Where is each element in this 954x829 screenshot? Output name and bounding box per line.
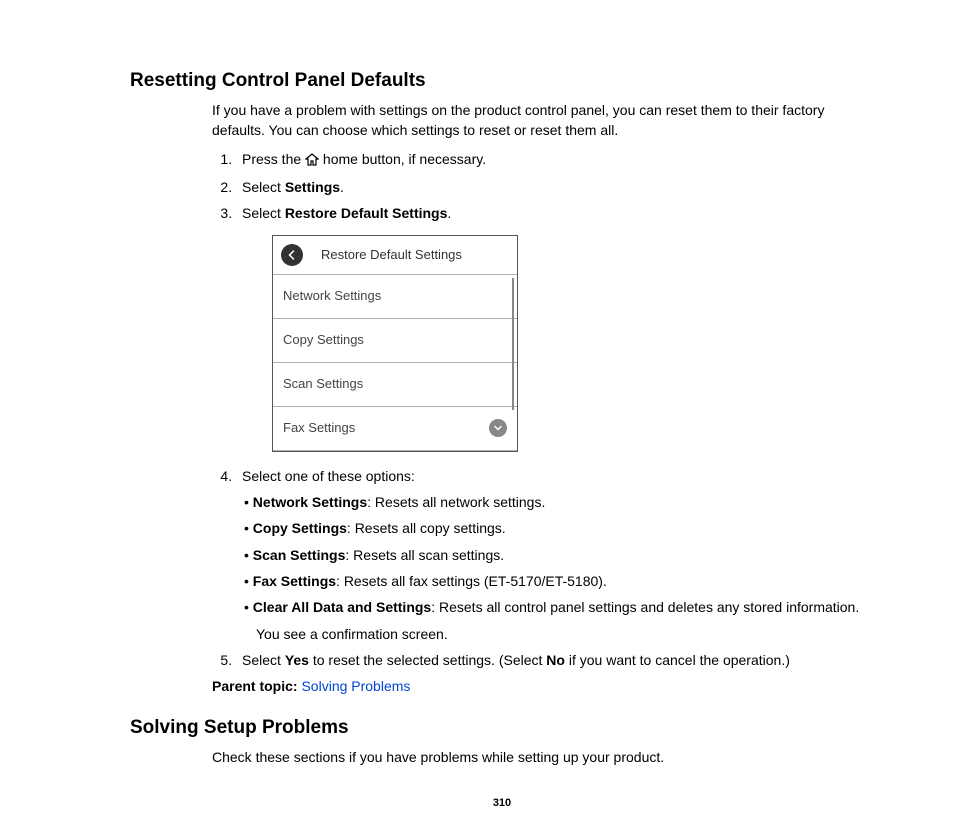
option-copy-bold: Copy Settings — [253, 520, 347, 536]
option-fax-rest: : Resets all fax settings (ET-5170/ET-51… — [336, 573, 607, 589]
step-4-text: Select one of these options: — [242, 468, 415, 484]
parent-topic-link[interactable]: Solving Problems — [301, 678, 410, 694]
step-5-pre: Select — [242, 652, 285, 668]
steps-list: Press the home button, if necessary. Sel… — [212, 149, 874, 671]
screenshot-row-fax-label: Fax Settings — [283, 419, 355, 438]
step-5-mid: to reset the selected settings. (Select — [309, 652, 546, 668]
intro-paragraph: If you have a problem with settings on t… — [212, 100, 874, 141]
screenshot-row-scan-label: Scan Settings — [283, 375, 363, 394]
option-clear-all-rest: : Resets all control panel settings and … — [431, 599, 859, 615]
home-icon — [305, 151, 319, 171]
page-number: 310 — [130, 797, 874, 809]
option-network-rest: : Resets all network settings. — [367, 494, 545, 510]
section-body: If you have a problem with settings on t… — [212, 100, 874, 697]
step-5-no: No — [546, 652, 565, 668]
option-network: Network Settings: Resets all network set… — [242, 492, 874, 512]
section-body-2: Check these sections if you have problem… — [212, 747, 874, 767]
step-3-bold: Restore Default Settings — [285, 205, 448, 221]
step-2-bold: Settings — [285, 179, 340, 195]
screenshot-row-fax[interactable]: Fax Settings — [273, 407, 517, 451]
intro2-paragraph: Check these sections if you have problem… — [212, 747, 874, 767]
step-4-followup: You see a confirmation screen. — [256, 624, 874, 644]
option-network-bold: Network Settings — [253, 494, 367, 510]
option-fax: Fax Settings: Resets all fax settings (E… — [242, 571, 874, 591]
manual-page: Resetting Control Panel Defaults If you … — [0, 0, 954, 829]
step-4: Select one of these options: Network Set… — [236, 466, 874, 644]
section-heading-resetting: Resetting Control Panel Defaults — [130, 70, 874, 92]
options-list: Network Settings: Resets all network set… — [242, 492, 874, 617]
parent-topic-label: Parent topic: — [212, 678, 301, 694]
step-1: Press the home button, if necessary. — [236, 149, 874, 171]
step-2-pre: Select — [242, 179, 285, 195]
option-fax-bold: Fax Settings — [253, 573, 336, 589]
device-screenshot: Restore Default Settings Network Setting… — [272, 235, 518, 451]
option-scan-rest: : Resets all scan settings. — [345, 547, 504, 563]
screenshot-row-scan[interactable]: Scan Settings — [273, 363, 517, 407]
screenshot-row-network-label: Network Settings — [283, 287, 381, 306]
step-5-yes: Yes — [285, 652, 309, 668]
step-5-post: if you want to cancel the operation.) — [565, 652, 790, 668]
screenshot-row-network[interactable]: Network Settings — [273, 275, 517, 319]
screenshot-header: Restore Default Settings — [273, 236, 517, 275]
scrollbar[interactable] — [512, 278, 514, 410]
screenshot-list: Network Settings Copy Settings Scan Sett… — [273, 275, 517, 450]
screenshot-row-copy[interactable]: Copy Settings — [273, 319, 517, 363]
section-heading-solving-setup: Solving Setup Problems — [130, 717, 874, 739]
screenshot-row-copy-label: Copy Settings — [283, 331, 364, 350]
step-1-post: home button, if necessary. — [319, 151, 486, 167]
option-scan-bold: Scan Settings — [253, 547, 346, 563]
step-2-post: . — [340, 179, 344, 195]
parent-topic: Parent topic: Solving Problems — [212, 676, 874, 696]
step-1-pre: Press the — [242, 151, 305, 167]
scroll-down-icon[interactable] — [489, 419, 507, 437]
option-clear-all: Clear All Data and Settings: Resets all … — [242, 597, 874, 617]
back-icon[interactable] — [281, 244, 303, 266]
step-3: Select Restore Default Settings. Restore… — [236, 203, 874, 452]
step-2: Select Settings. — [236, 177, 874, 197]
step-3-post: . — [447, 205, 451, 221]
option-copy: Copy Settings: Resets all copy settings. — [242, 518, 874, 538]
option-copy-rest: : Resets all copy settings. — [347, 520, 506, 536]
step-5: Select Yes to reset the selected setting… — [236, 650, 874, 670]
option-clear-all-bold: Clear All Data and Settings — [253, 599, 431, 615]
screenshot-title: Restore Default Settings — [321, 246, 462, 265]
step-3-pre: Select — [242, 205, 285, 221]
option-scan: Scan Settings: Resets all scan settings. — [242, 545, 874, 565]
